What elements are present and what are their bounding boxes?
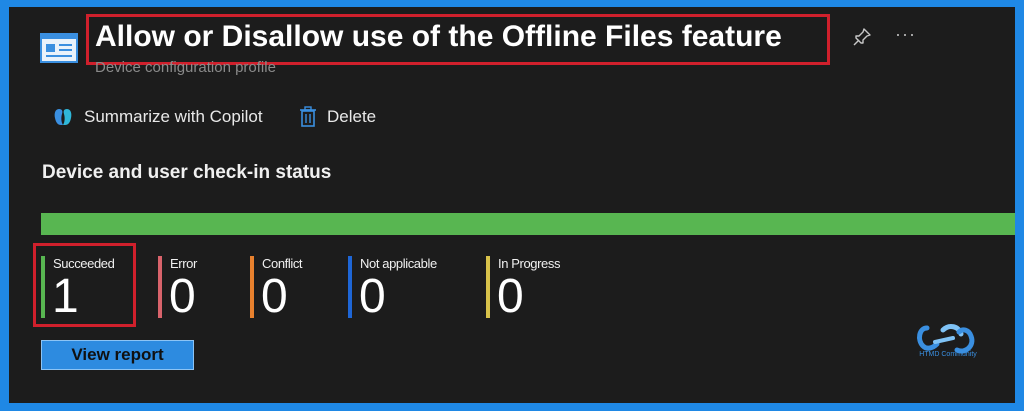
check-in-status-heading: Device and user check-in status — [42, 162, 332, 183]
copilot-icon — [54, 109, 72, 125]
profile-icon — [40, 33, 78, 63]
page-subtitle: Device configuration profile — [95, 59, 276, 76]
succeeded-count: 1 — [52, 270, 79, 323]
succeeded-accent — [41, 256, 45, 318]
not-applicable-count: 0 — [359, 270, 386, 323]
not-applicable-accent — [348, 256, 352, 318]
check-in-status-bar — [41, 213, 1015, 235]
htmd-logo-icon — [917, 324, 975, 354]
more-options-icon[interactable]: ··· — [895, 24, 919, 44]
conflict-count: 0 — [261, 270, 288, 323]
delete-button[interactable]: Delete — [299, 104, 376, 130]
summarize-with-copilot-button[interactable]: Summarize with Copilot — [52, 104, 263, 130]
conflict-accent — [250, 256, 254, 318]
page-title: Allow or Disallow use of the Offline Fil… — [95, 20, 782, 53]
delete-label: Delete — [327, 107, 377, 126]
in-progress-count: 0 — [497, 270, 524, 323]
copilot-label: Summarize with Copilot — [84, 107, 263, 126]
view-report-button[interactable]: View report — [41, 340, 194, 370]
trash-icon — [300, 106, 316, 127]
in-progress-accent — [486, 256, 490, 318]
pin-icon[interactable] — [852, 27, 872, 47]
profile-panel: Allow or Disallow use of the Offline Fil… — [9, 7, 1015, 403]
watermark-text: HTMD Community — [919, 351, 977, 358]
error-count: 0 — [169, 270, 196, 323]
error-accent — [158, 256, 162, 318]
